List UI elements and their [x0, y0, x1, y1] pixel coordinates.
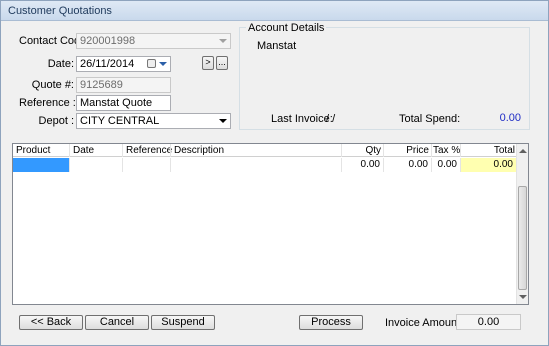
column-total[interactable]: Total: [463, 145, 515, 156]
column-tax[interactable]: Tax %: [433, 145, 460, 156]
reference-field[interactable]: Manstat Quote: [76, 95, 171, 111]
column-description[interactable]: Description: [174, 145, 224, 156]
cell-qty[interactable]: 0.00: [342, 158, 384, 172]
customer-quotations-window: Customer Quotations Contact Code : 92000…: [0, 0, 549, 346]
column-reference[interactable]: Reference: [126, 145, 172, 156]
cell-description[interactable]: [171, 158, 342, 172]
grid-scrollbar[interactable]: [516, 144, 528, 304]
depot-combo[interactable]: CITY CENTRAL: [76, 113, 231, 129]
more-options-button[interactable]: ...: [216, 56, 228, 70]
account-details-legend: Account Details: [246, 22, 327, 34]
cell-price[interactable]: 0.00: [384, 158, 432, 172]
next-contact-button[interactable]: >: [202, 56, 214, 70]
column-product[interactable]: Product: [16, 145, 50, 156]
contact-code-value: 920001998: [80, 35, 136, 47]
invoice-amount-label: Invoice Amount :: [385, 317, 467, 329]
date-value: 26/11/2014: [80, 58, 135, 70]
table-row[interactable]: 0.00 0.00 0.00 0.00: [13, 158, 517, 172]
cell-date[interactable]: [70, 158, 123, 172]
last-invoice-value: / /: [326, 113, 336, 125]
back-button[interactable]: << Back: [19, 315, 83, 330]
contact-code-combo[interactable]: 920001998: [76, 33, 231, 49]
cell-tax[interactable]: 0.00: [432, 158, 461, 172]
suspend-button[interactable]: Suspend: [151, 315, 215, 330]
total-spend-label: Total Spend:: [399, 113, 461, 125]
cell-product[interactable]: [13, 158, 70, 172]
grid-header: Product Date Reference Description Qty P…: [13, 144, 517, 157]
total-spend-value: 0.00: [499, 112, 521, 124]
scroll-up-icon[interactable]: [519, 149, 527, 153]
invoice-amount-field: 0.00: [456, 314, 521, 330]
depot-dropdown-icon[interactable]: [215, 114, 230, 128]
column-price[interactable]: Price: [387, 145, 429, 156]
cancel-button[interactable]: Cancel: [85, 315, 149, 330]
contact-code-dropdown-icon[interactable]: [215, 34, 230, 48]
quote-number-label: Quote #:: [31, 79, 74, 91]
date-dropdown-icon[interactable]: [159, 62, 167, 66]
cell-reference[interactable]: [123, 158, 171, 172]
last-invoice-label: Last Invoice:: [271, 113, 333, 125]
account-name: Manstat: [257, 40, 297, 52]
scroll-down-icon[interactable]: [519, 295, 527, 299]
date-picker[interactable]: 26/11/2014: [76, 56, 171, 72]
column-date[interactable]: Date: [73, 145, 94, 156]
column-qty[interactable]: Qty: [345, 145, 381, 156]
contact-code-label: Contact Code :: [19, 35, 93, 47]
date-label: Date:: [47, 58, 74, 70]
process-button[interactable]: Process: [299, 315, 363, 330]
depot-label: Depot :: [38, 115, 74, 127]
scroll-thumb[interactable]: [518, 186, 527, 290]
window-title: Customer Quotations: [8, 5, 112, 17]
cell-total[interactable]: 0.00: [461, 158, 517, 172]
reference-label: Reference :: [19, 97, 76, 109]
calendar-icon[interactable]: [147, 59, 156, 68]
quote-number-field[interactable]: 9125689: [76, 77, 171, 93]
title-bar: Customer Quotations: [1, 1, 548, 21]
depot-value: CITY CENTRAL: [80, 115, 160, 127]
quotation-lines-grid[interactable]: Product Date Reference Description Qty P…: [12, 143, 529, 305]
